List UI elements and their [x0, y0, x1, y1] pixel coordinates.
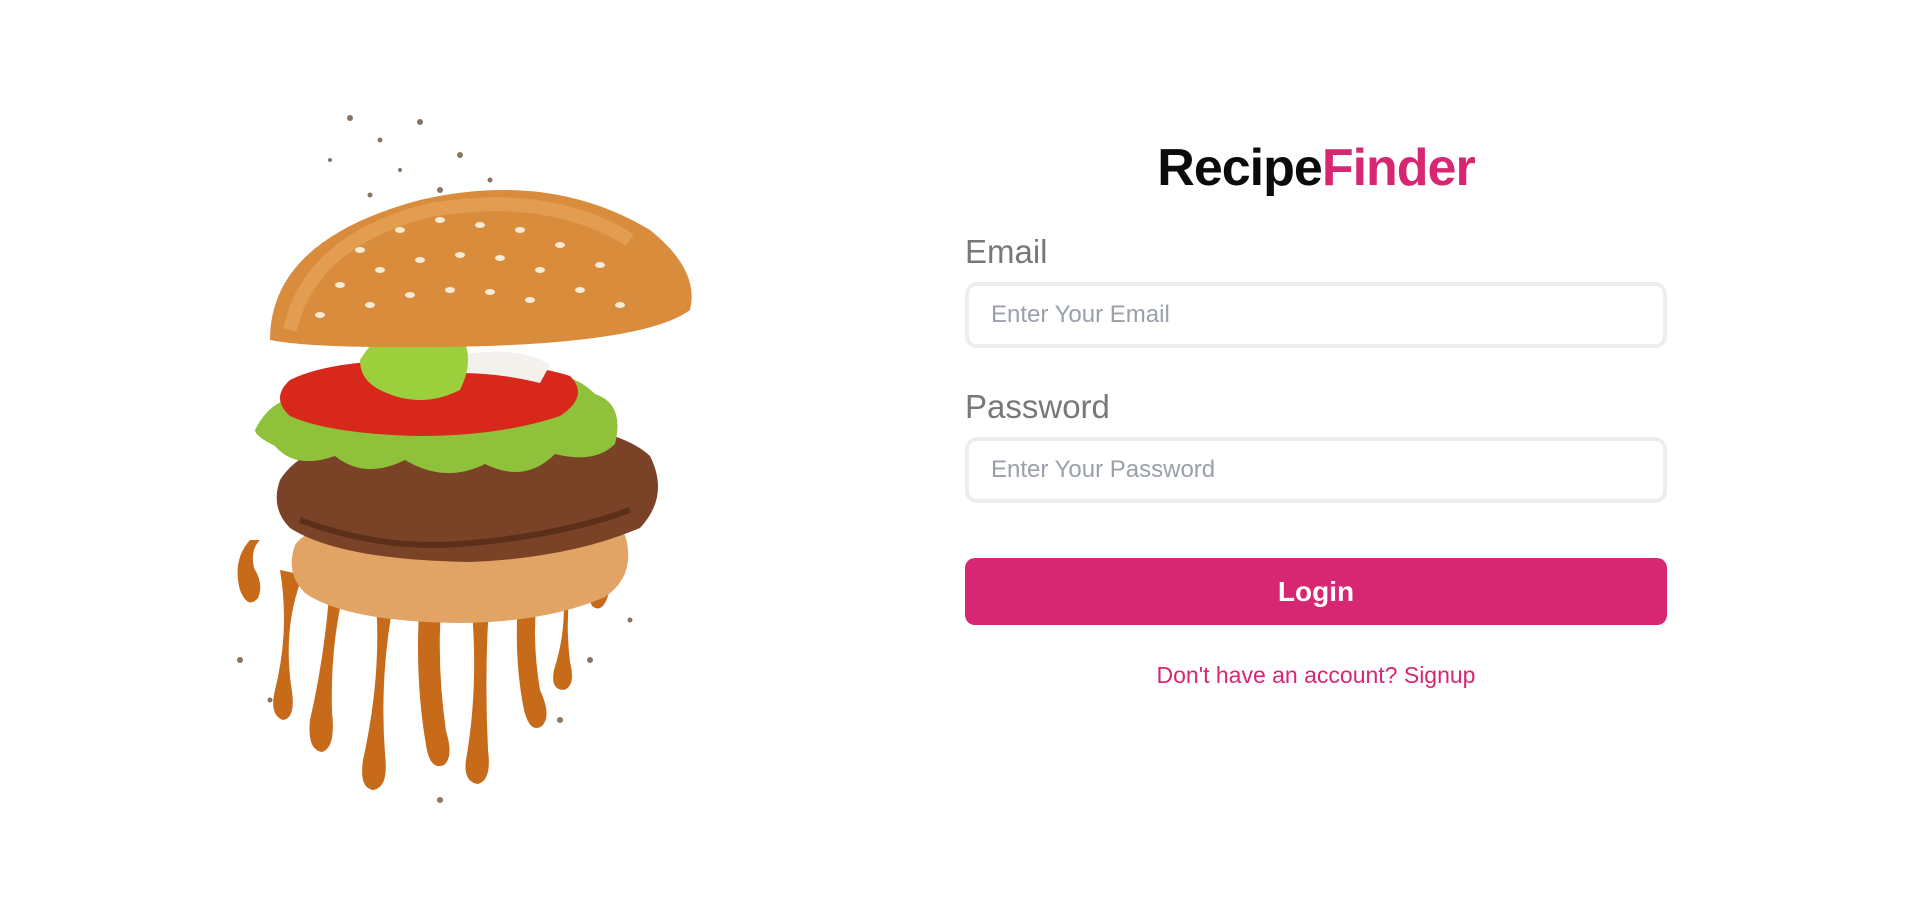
password-input[interactable]	[965, 437, 1667, 503]
login-form: RecipeFinder Email Password Login Don't …	[965, 0, 1667, 922]
brand-part-finder: Finder	[1321, 139, 1476, 197]
burger-illustration	[210, 100, 730, 850]
login-button[interactable]: Login	[965, 558, 1667, 625]
email-label: Email	[965, 233, 1048, 270]
login-page: RecipeFinder Email Password Login Don't …	[0, 0, 1920, 922]
brand-part-recipe: Recipe	[1157, 139, 1323, 197]
brand-logo: RecipeFinder	[965, 132, 1667, 204]
burger-icon	[237, 115, 692, 803]
password-label: Password	[965, 388, 1110, 425]
email-input[interactable]	[965, 282, 1667, 348]
signup-link[interactable]: Don't have an account? Signup	[965, 660, 1667, 690]
